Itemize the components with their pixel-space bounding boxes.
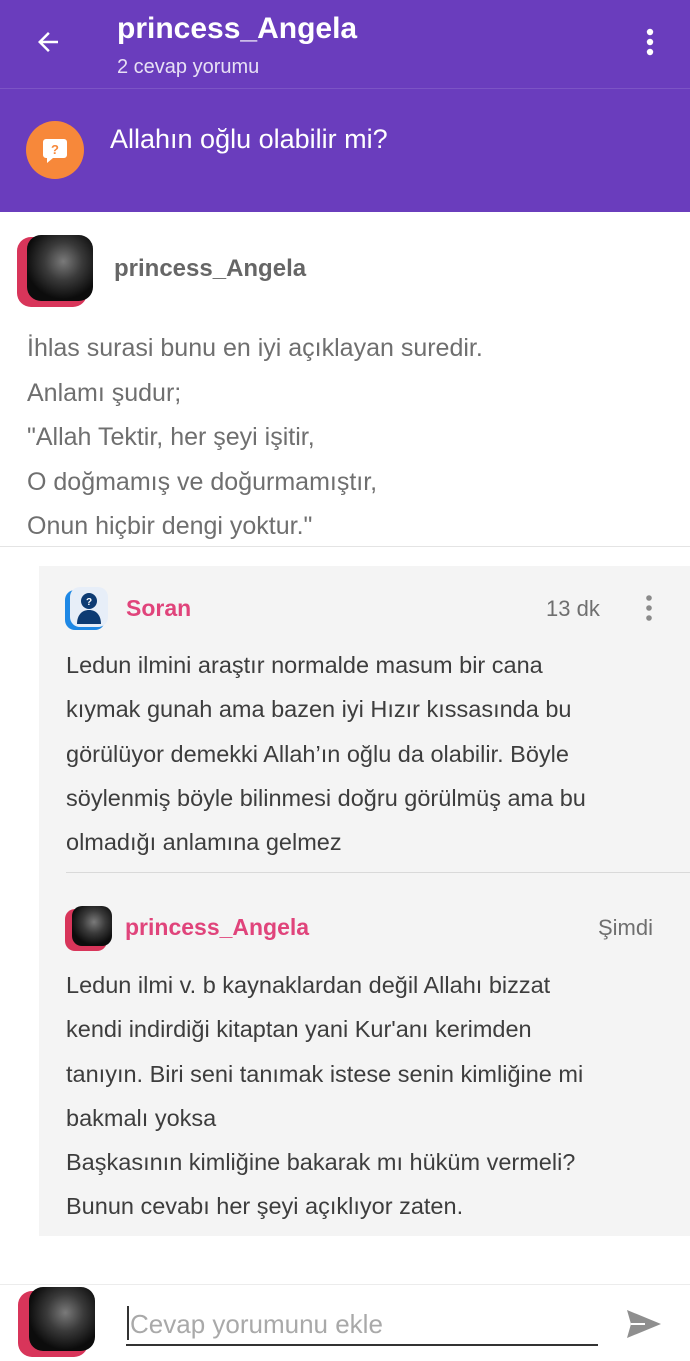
app-header: princess_Angela 2 cevap yorumu ? Allahın…	[0, 0, 690, 212]
comment-time: Şimdi	[598, 915, 654, 940]
comment-time: 13 dk	[546, 596, 600, 621]
comment-author[interactable]: Soran	[126, 595, 191, 622]
reply-count: 2 cevap yorumu	[117, 56, 260, 78]
answer-text: İhlas surasi bunu en iyi açıklayan sured…	[27, 326, 667, 549]
more-options-button[interactable]	[632, 22, 668, 62]
comment-line: kıymak gunah ama bazen iyi Hızır kıssası…	[66, 696, 572, 723]
question-badge: ?	[26, 121, 84, 179]
answer-line: Onun hiçbir dengi yoktur."	[27, 512, 313, 540]
comment-line: tanıyın. Biri seni tanımak istese senin …	[66, 1060, 584, 1087]
comment-divider	[66, 872, 690, 873]
comment-line: Bunun cevabı her şeyi açıklıyor zaten.	[66, 1193, 464, 1220]
answer-divider	[0, 546, 690, 547]
more-vertical-icon	[646, 595, 652, 621]
comment-avatar-soran[interactable]: ?	[65, 587, 109, 631]
reply-input[interactable]	[126, 1304, 598, 1346]
avatar-photo	[27, 235, 93, 301]
composer-avatar	[18, 1287, 98, 1357]
comment-line: kendi indirdiği kitaptan yani Kur'anı ke…	[66, 1016, 532, 1043]
send-icon	[627, 1310, 661, 1338]
comment-line: görülüyor demekki Allah’ın oğlu da olabi…	[66, 740, 569, 767]
comment-avatar-princess[interactable]	[65, 906, 113, 952]
page-title: princess_Angela	[117, 12, 358, 45]
comment-line: Ledun ilmi v. b kaynaklardan değil Allah…	[66, 972, 551, 998]
back-arrow-icon	[38, 32, 58, 52]
comment-line: Ledun ilmini araştır normalde masum bir …	[66, 652, 543, 678]
question-mark: ?	[51, 142, 59, 157]
comment-more-button[interactable]	[636, 588, 662, 628]
comment-text: Ledun ilmi v. b kaynaklardan değil Allah…	[66, 963, 666, 1229]
answer-avatar[interactable]	[17, 235, 95, 307]
answer-line: "Allah Tektir, her şeyi işitir,	[27, 423, 315, 451]
text-cursor	[127, 1306, 129, 1340]
comment-line: bakmalı yoksa	[66, 1104, 217, 1131]
send-button[interactable]	[622, 1304, 666, 1344]
question-title: Allahın oğlu olabilir mi?	[110, 124, 388, 154]
back-button[interactable]	[26, 24, 70, 60]
comment-line: söylenmiş böyle bilinmesi doğru görülmüş…	[66, 784, 586, 811]
comment-line: olmadığı anlamına gelmez	[66, 829, 342, 856]
comment-text: Ledun ilmini araştır normalde masum bir …	[66, 643, 666, 864]
answer-line: O doğmamış ve doğurmamıştır,	[27, 467, 378, 496]
user-silhouette-icon: ?	[70, 587, 108, 627]
header-divider	[0, 88, 690, 89]
question-icon: ?	[43, 139, 67, 163]
comment-author[interactable]: princess_Angela	[125, 914, 309, 941]
answer-line: Anlamı şudur;	[27, 378, 182, 407]
svg-text:?: ?	[86, 597, 92, 608]
more-vertical-icon	[646, 28, 654, 56]
comment-line: Başkasının kimliğine bakarak mı hüküm ve…	[66, 1149, 576, 1176]
answer-line: İhlas surasi bunu en iyi açıklayan sured…	[27, 334, 483, 362]
avatar-photo	[29, 1287, 95, 1351]
avatar-photo	[72, 906, 112, 946]
answer-author[interactable]: princess_Angela	[114, 255, 306, 283]
